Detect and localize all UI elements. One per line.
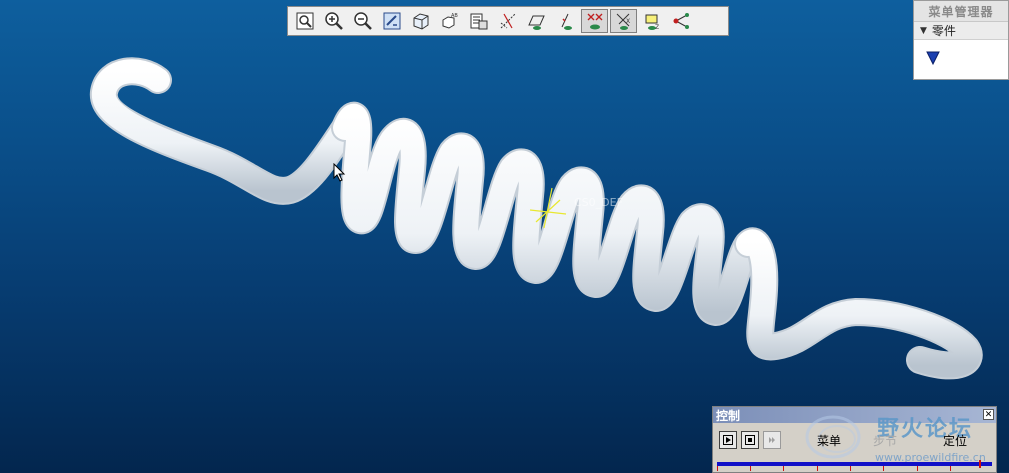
zoom-in-button[interactable] bbox=[320, 9, 347, 33]
svg-text:X: X bbox=[626, 18, 630, 25]
spin-center-button[interactable]: Z bbox=[639, 9, 666, 33]
datum-planes-icon bbox=[527, 15, 545, 30]
annotations-button[interactable]: X bbox=[610, 9, 637, 33]
step-forward-icon bbox=[769, 437, 775, 443]
step-forward-button[interactable] bbox=[763, 431, 781, 449]
play-icon bbox=[723, 435, 733, 445]
menu-section-part[interactable]: ▼ 零件 bbox=[914, 22, 1008, 40]
repaint-button[interactable] bbox=[378, 9, 405, 33]
layers-icon bbox=[470, 13, 487, 30]
zoom-in-icon bbox=[324, 12, 343, 30]
view-toolbar: AB X Z bbox=[287, 6, 729, 36]
coord-sys-button[interactable] bbox=[581, 9, 608, 33]
menu-section-label: 零件 bbox=[931, 24, 956, 38]
refit-icon bbox=[296, 12, 313, 30]
svg-text:AB: AB bbox=[451, 13, 458, 19]
triangle-down-icon bbox=[926, 51, 940, 65]
network-button[interactable] bbox=[668, 9, 695, 33]
graphics-viewport[interactable]: CS0_DEF bbox=[0, 0, 1009, 473]
network-icon bbox=[673, 13, 689, 29]
zoom-out-button[interactable] bbox=[349, 9, 376, 33]
datum-axes-button[interactable] bbox=[494, 9, 521, 33]
timeline-slider[interactable] bbox=[717, 460, 992, 471]
shading-icon bbox=[413, 13, 428, 30]
zoom-out-icon bbox=[353, 12, 372, 30]
annotations-icon: X bbox=[616, 13, 630, 30]
stop-button[interactable] bbox=[741, 431, 759, 449]
menu-button[interactable]: 菜单 bbox=[811, 431, 847, 449]
shading-button[interactable] bbox=[407, 9, 434, 33]
mouse-cursor-icon bbox=[333, 163, 346, 182]
saved-views-icon: AB bbox=[442, 13, 458, 29]
layers-button[interactable] bbox=[465, 9, 492, 33]
datum-axes-icon bbox=[500, 13, 515, 29]
step-button[interactable]: 步节 bbox=[867, 431, 903, 449]
control-panel: 控制 ✕ 野火论坛 www.proewildfire.cn 菜单 步节 定位 bbox=[712, 406, 997, 473]
spring-model[interactable] bbox=[0, 0, 1009, 473]
control-panel-title: 控制 ✕ bbox=[713, 407, 996, 423]
close-button[interactable]: ✕ bbox=[983, 409, 994, 420]
control-buttons-row: 菜单 步节 定位 bbox=[719, 429, 992, 451]
spin-center-icon: Z bbox=[645, 14, 659, 31]
saved-views-button[interactable]: AB bbox=[436, 9, 463, 33]
datum-points-button[interactable] bbox=[552, 9, 579, 33]
stop-icon bbox=[745, 435, 755, 445]
menu-manager-title: 菜单管理器 bbox=[914, 1, 1008, 22]
chevron-down-icon: ▼ bbox=[920, 25, 927, 36]
repaint-icon bbox=[383, 12, 400, 30]
control-title-label: 控制 bbox=[716, 408, 741, 423]
position-button[interactable]: 定位 bbox=[937, 431, 973, 449]
menu-manager-panel: 菜单管理器 ▼ 零件 bbox=[913, 0, 1009, 80]
datum-planes-button[interactable] bbox=[523, 9, 550, 33]
coord-sys-icon bbox=[587, 13, 602, 30]
coordinate-system-label: CS0_DEF bbox=[574, 196, 623, 209]
refit-button[interactable] bbox=[291, 9, 318, 33]
datum-points-icon bbox=[561, 13, 572, 30]
play-button[interactable] bbox=[719, 431, 737, 449]
